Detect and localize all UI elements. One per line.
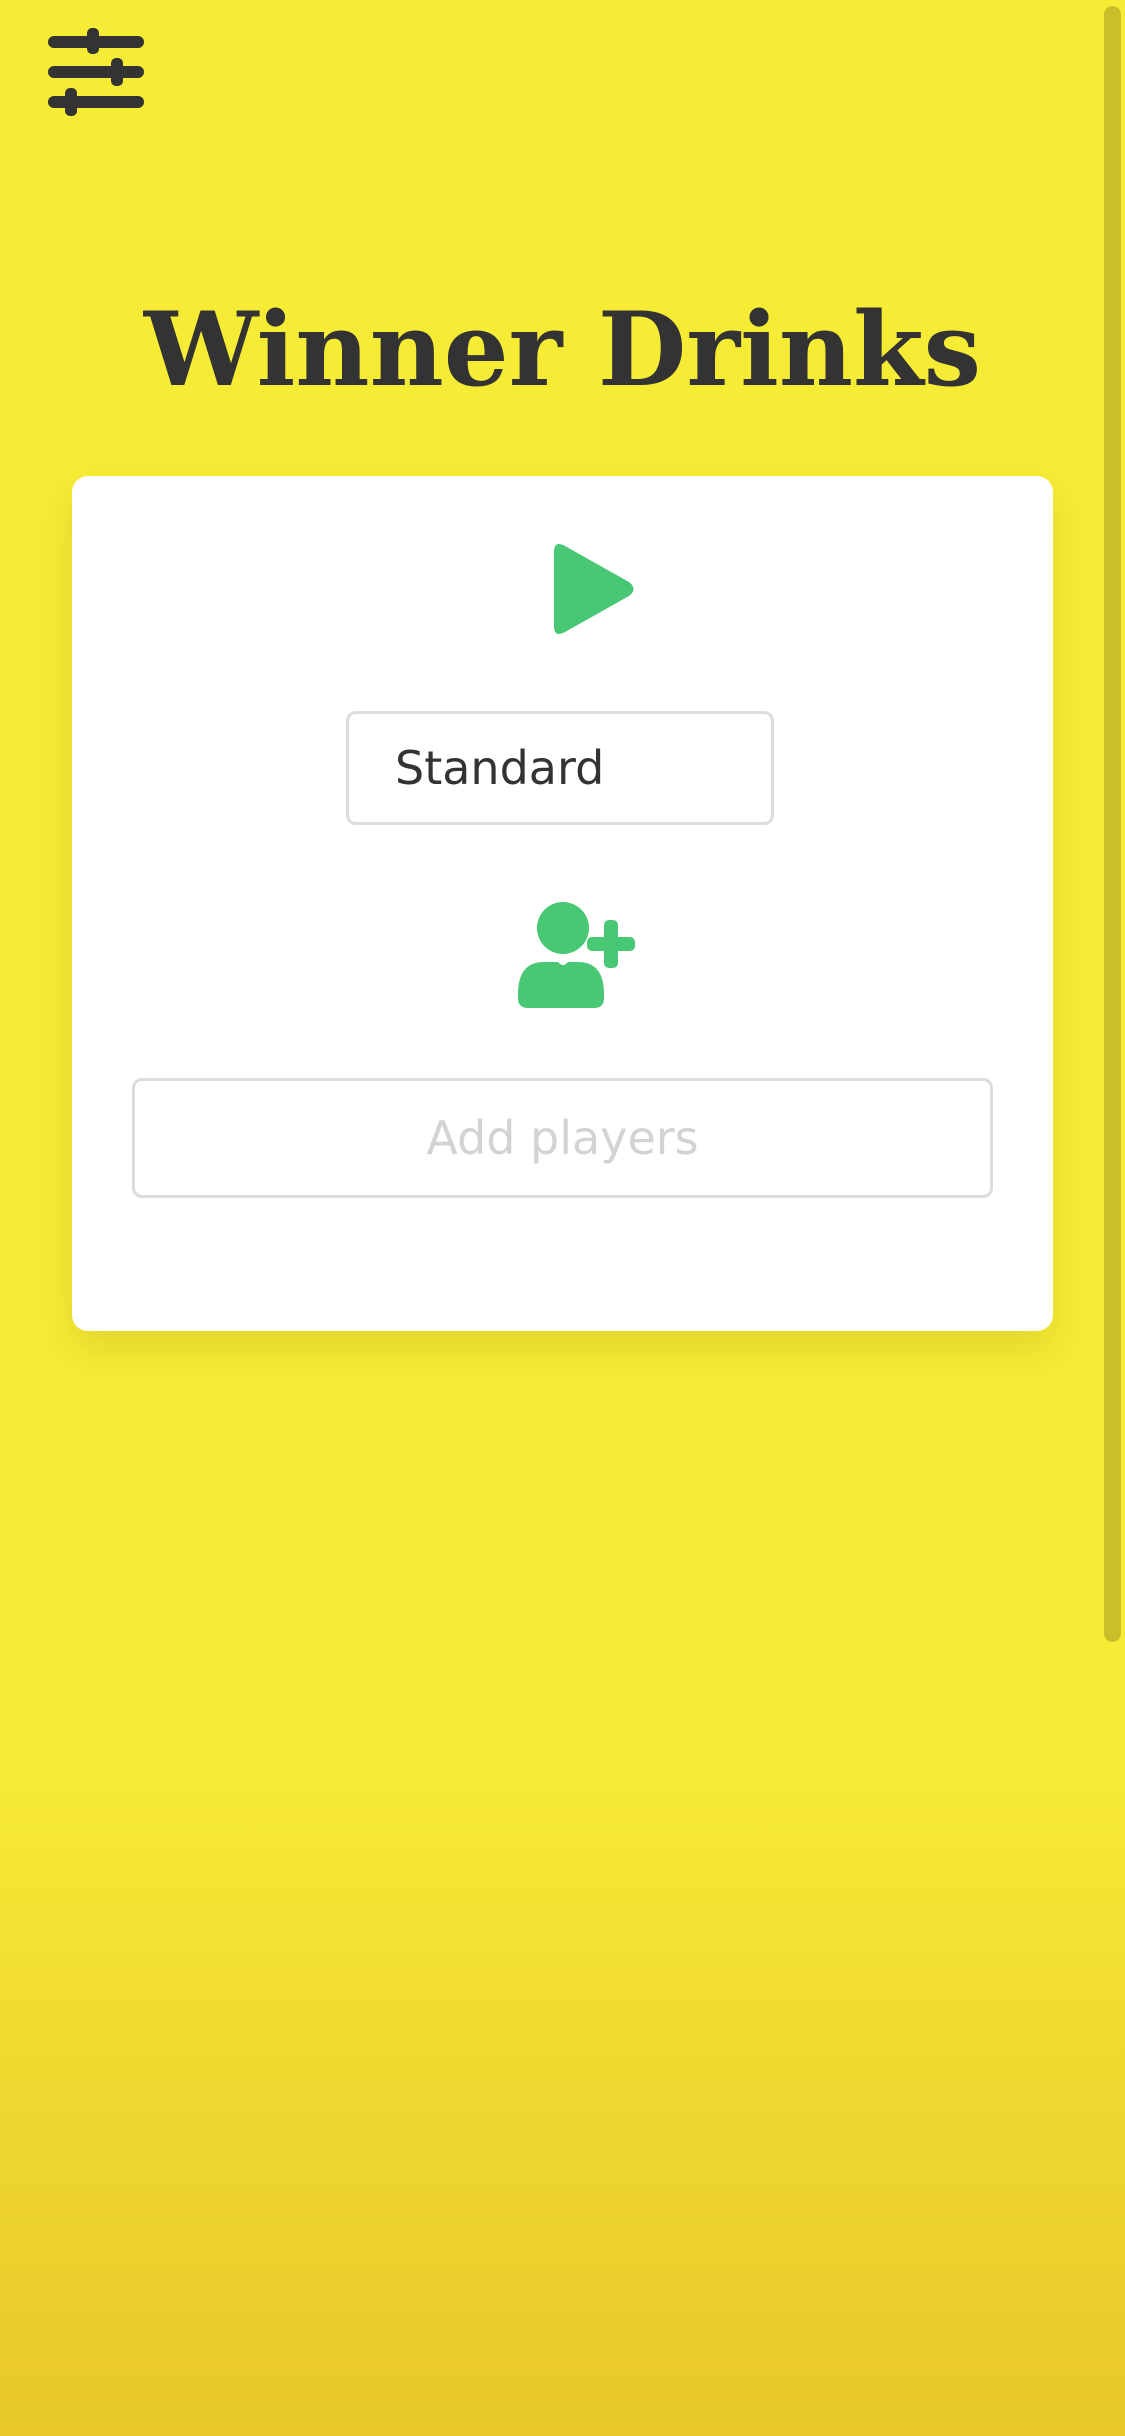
page-title: Winner Drinks (143, 290, 982, 410)
sliders-icon (48, 28, 144, 116)
add-players-input[interactable] (132, 1078, 993, 1198)
scrollbar-thumb[interactable] (1104, 6, 1121, 1642)
user-plus-icon (518, 902, 635, 1008)
add-player-button[interactable] (518, 898, 648, 1008)
game-mode-value: Standard (395, 741, 605, 795)
settings-button[interactable] (44, 28, 148, 116)
game-setup-card: Standard (72, 476, 1053, 1331)
play-button[interactable] (534, 534, 644, 644)
game-mode-select[interactable]: Standard (346, 711, 774, 825)
play-icon (554, 544, 634, 634)
